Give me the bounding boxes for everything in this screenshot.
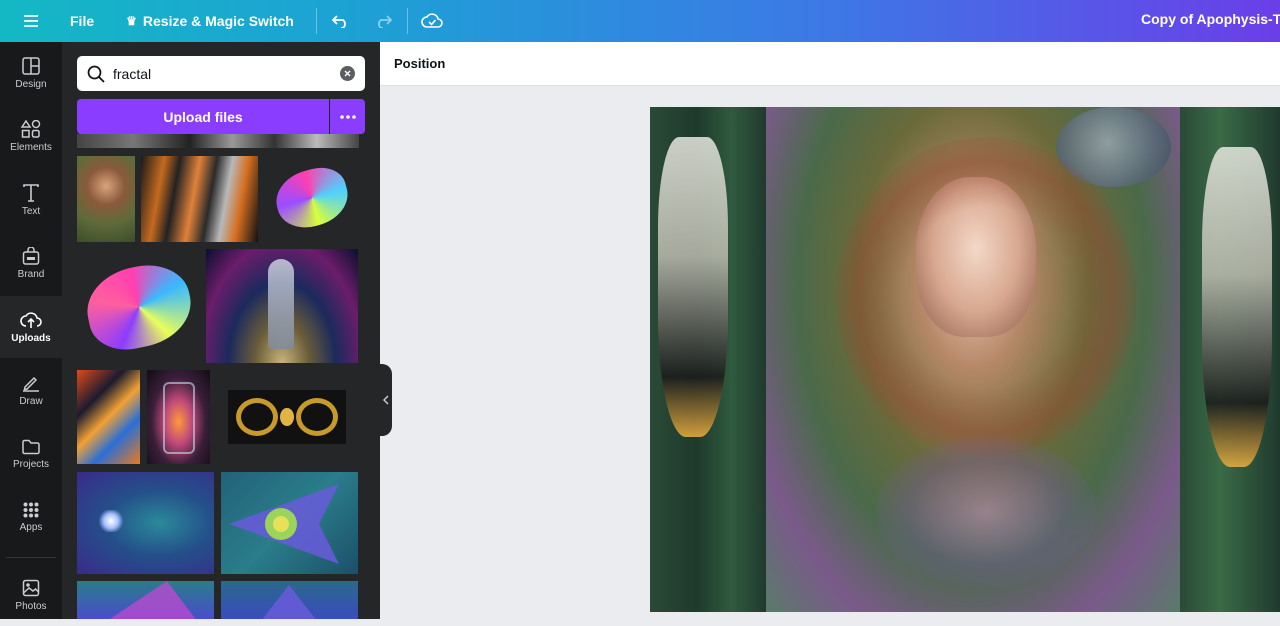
upload-files-button[interactable]: Upload files <box>77 99 330 134</box>
search-icon <box>87 65 105 83</box>
grid-icon <box>23 502 39 517</box>
rail-item-projects[interactable]: Projects <box>0 423 62 485</box>
image-icon <box>22 579 40 596</box>
upload-thumbnail[interactable] <box>77 370 140 464</box>
upload-thumbnail[interactable] <box>228 390 346 444</box>
brand-icon <box>22 246 40 265</box>
upload-thumbnail[interactable] <box>206 249 358 363</box>
text-icon <box>23 183 39 202</box>
fractal-shape <box>262 585 316 619</box>
upload-thumbnail[interactable] <box>147 370 210 464</box>
redo-icon <box>378 15 392 28</box>
rail-label: Elements <box>10 141 52 153</box>
canvas-image-left-strip <box>650 107 766 612</box>
layout-icon <box>22 56 40 75</box>
undo-button[interactable] <box>327 7 355 35</box>
rail-label: Projects <box>12 458 50 470</box>
toolbar-divider <box>406 8 408 34</box>
upload-thumbnail[interactable] <box>77 249 201 363</box>
close-icon <box>344 70 351 77</box>
rail-item-brand[interactable]: Brand <box>0 232 62 294</box>
undo-icon <box>331 15 346 28</box>
rail-label: Brand <box>17 268 45 280</box>
rail-item-apps[interactable]: Apps <box>0 486 62 548</box>
upload-thumbnail[interactable] <box>221 581 358 619</box>
resize-label: Resize & Magic Switch <box>142 13 294 29</box>
canvas-image-right-strip <box>1180 107 1280 612</box>
toolbar-divider <box>315 8 317 34</box>
search-box <box>77 56 365 91</box>
upload-row: Upload files <box>77 99 365 134</box>
cloud-upload-icon <box>20 311 42 328</box>
fractal-shape <box>229 484 339 564</box>
search-input[interactable] <box>113 65 333 82</box>
hamburger-icon <box>24 15 38 27</box>
upload-more-options-button[interactable] <box>330 99 365 134</box>
file-menu-button[interactable]: File <box>70 13 94 29</box>
fractal-shape <box>110 581 196 619</box>
position-button[interactable]: Position <box>394 56 445 71</box>
pen-icon <box>23 376 39 392</box>
rail-item-design[interactable]: Design <box>0 42 62 104</box>
rail-item-text[interactable]: Text <box>0 169 62 231</box>
upload-thumbnail[interactable] <box>77 134 359 148</box>
folder-icon <box>22 439 40 454</box>
redo-button[interactable] <box>369 7 397 35</box>
left-rail: Design Elements Text Brand Uploads Draw … <box>0 42 62 619</box>
cloud-save-status[interactable] <box>418 7 446 35</box>
upload-thumbnail[interactable] <box>141 156 258 242</box>
context-toolbar: Position <box>380 42 1280 86</box>
chevron-left-icon <box>383 395 389 405</box>
document-title[interactable]: Copy of Apophysis-The <box>1141 11 1280 27</box>
clear-search-button[interactable] <box>340 66 355 81</box>
design-canvas[interactable] <box>650 107 1280 612</box>
rail-label: Uploads <box>11 332 51 344</box>
upload-thumbnail[interactable] <box>77 156 135 242</box>
more-horizontal-icon <box>339 114 356 119</box>
upload-thumbnail[interactable] <box>221 472 358 574</box>
rail-divider <box>6 557 56 558</box>
shapes-icon <box>21 119 41 138</box>
crown-icon: ♛ <box>126 14 137 28</box>
rail-item-elements[interactable]: Elements <box>0 105 62 167</box>
rail-label: Draw <box>19 395 43 407</box>
upload-thumbnail[interactable] <box>77 581 214 619</box>
uploads-panel: Upload files <box>62 42 380 619</box>
resize-magic-switch-button[interactable]: ♛ Resize & Magic Switch <box>126 13 294 29</box>
rail-label: Text <box>21 205 41 217</box>
canvas-image-portrait <box>766 107 1180 612</box>
rail-item-draw[interactable]: Draw <box>0 359 62 421</box>
upload-thumbnail[interactable] <box>77 472 214 574</box>
rail-item-uploads[interactable]: Uploads <box>0 296 62 358</box>
main-menu-button[interactable] <box>0 0 62 42</box>
upload-thumbnail[interactable] <box>264 156 359 242</box>
rail-label: Photos <box>15 600 47 612</box>
rail-label: Apps <box>19 521 43 533</box>
rail-label: Design <box>15 78 47 90</box>
cloud-check-icon <box>421 13 443 28</box>
rail-item-photos[interactable]: Photos <box>0 564 62 626</box>
top-bar: File ♛ Resize & Magic Switch Copy of Apo… <box>0 0 1280 42</box>
collapse-panel-handle[interactable] <box>380 364 392 436</box>
